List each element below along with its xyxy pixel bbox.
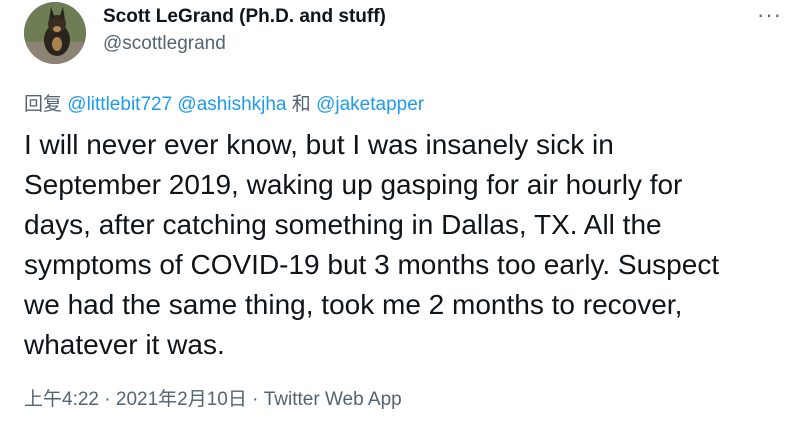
tweet: Scott LeGrand (Ph.D. and stuff) @scottle… bbox=[0, 0, 800, 422]
reply-context: 回复 @littlebit727 @ashishkjha 和 @jaketapp… bbox=[24, 89, 424, 116]
author-handle[interactable]: @scottlegrand bbox=[103, 33, 226, 55]
avatar[interactable] bbox=[24, 2, 86, 64]
mention-link-littlebit727[interactable]: @littlebit727 bbox=[67, 94, 172, 115]
tweet-text: I will never ever know, but I was insane… bbox=[24, 125, 784, 365]
tweet-text-line: symptoms of COVID-19 but 3 months too ea… bbox=[24, 249, 720, 280]
reply-joiner: 和 bbox=[291, 94, 311, 115]
tweet-time-link[interactable]: 上午4:22 bbox=[24, 389, 99, 410]
meta-separator: · bbox=[98, 389, 116, 410]
reply-prefix: 回复 bbox=[24, 94, 63, 115]
meta-separator: · bbox=[246, 389, 264, 410]
tweet-text-line: whatever it was. bbox=[24, 329, 225, 360]
author-display-name[interactable]: Scott LeGrand (Ph.D. and stuff) bbox=[103, 6, 386, 28]
more-options-icon[interactable]: ··· bbox=[757, 4, 782, 26]
tweet-text-line: September 2019, waking up gasping for ai… bbox=[24, 169, 683, 200]
mention-link-ashishkjha[interactable]: @ashishkjha bbox=[177, 94, 286, 115]
tweet-date-link[interactable]: 2021年2月10日 bbox=[116, 389, 247, 410]
mention-link-jaketapper[interactable]: @jaketapper bbox=[316, 94, 424, 115]
tweet-metadata: 上午4:22 · 2021年2月10日 · Twitter Web App bbox=[24, 384, 402, 411]
tweet-source-link[interactable]: Twitter Web App bbox=[264, 389, 402, 410]
tweet-text-line: I will never ever know, but I was insane… bbox=[24, 129, 614, 160]
dog-photo-icon bbox=[24, 2, 86, 64]
tweet-text-line: we had the same thing, took me 2 months … bbox=[24, 289, 683, 320]
tweet-text-line: days, after catching something in Dallas… bbox=[24, 209, 662, 240]
